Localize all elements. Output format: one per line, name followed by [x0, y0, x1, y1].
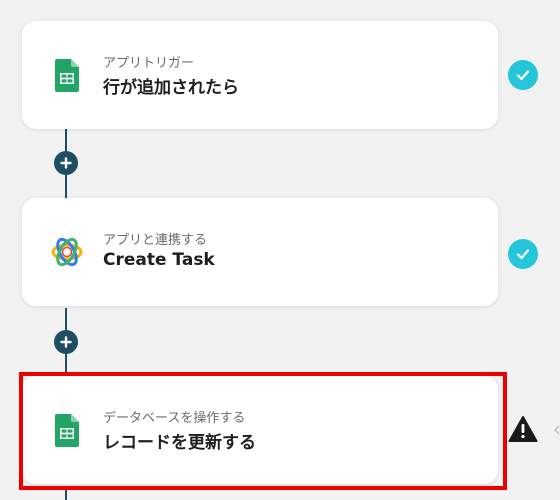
step-title: 行が追加されたら [103, 78, 239, 98]
step-subtitle: データベースを操作する [103, 411, 246, 426]
check-icon [508, 239, 538, 269]
warning-icon [508, 414, 538, 444]
step-subtitle: アプリと連携する [103, 233, 208, 248]
edge-arrow-icon [554, 425, 560, 435]
flow-connector-line [65, 486, 67, 500]
plus-icon [60, 157, 72, 169]
step-title: Create Task [103, 250, 215, 270]
step-subtitle: アプリトリガー [103, 56, 195, 71]
step-title: レコードを更新する [103, 433, 256, 453]
flow-step-card-update-record[interactable]: データベースを操作する レコードを更新する [22, 376, 498, 484]
add-step-button[interactable] [54, 151, 78, 175]
google-sheets-icon [50, 413, 84, 447]
flow-step-card-create-task[interactable]: アプリと連携する Create Task [22, 198, 498, 306]
check-icon [508, 60, 538, 90]
plus-icon [60, 336, 72, 348]
add-step-button[interactable] [54, 330, 78, 354]
google-sheets-icon [50, 58, 84, 92]
multicolor-ring-app-icon [50, 235, 84, 269]
flow-step-card-trigger[interactable]: アプリトリガー 行が追加されたら [22, 21, 498, 129]
flow-canvas: アプリトリガー 行が追加されたら アプリと連携する Create Task デー… [0, 0, 560, 500]
